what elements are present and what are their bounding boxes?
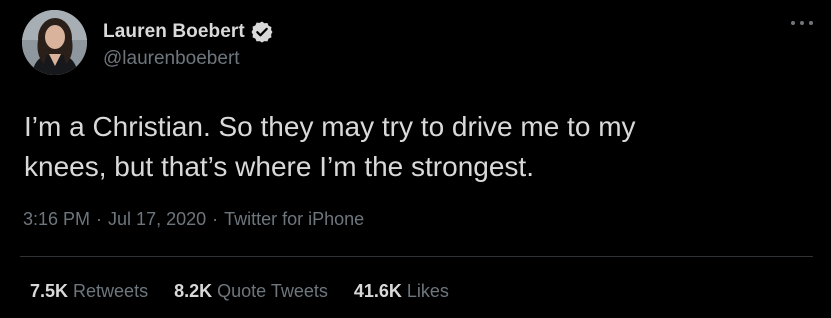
avatar-image [22, 10, 87, 75]
retweets-count: 7.5K [30, 281, 69, 301]
avatar[interactable] [22, 10, 87, 75]
dot [800, 21, 804, 25]
divider [20, 256, 813, 257]
tweet-meta: 3:16 PM · Jul 17, 2020 · Twitter for iPh… [23, 209, 364, 230]
more-horizontal-icon[interactable] [791, 18, 813, 28]
dot [809, 21, 813, 25]
quote-tweets-label: Quote Tweets [217, 281, 328, 301]
tweet-text-line: knees, but that’s where I’m the stronges… [24, 151, 534, 182]
likes-count: 41.6K [353, 281, 402, 301]
retweets-stat[interactable]: 7.5K Retweets [30, 281, 148, 302]
retweets-label: Retweets [73, 281, 149, 301]
verified-badge-icon [250, 20, 274, 44]
display-name[interactable]: Lauren Boebert [103, 21, 245, 43]
tweet-source[interactable]: Twitter for iPhone [224, 209, 364, 230]
meta-separator: · [212, 209, 219, 229]
author-name-row[interactable]: Lauren Boebert [103, 19, 274, 45]
quote-tweets-count: 8.2K [174, 281, 213, 301]
tweet-text: I’m a Christian. So they may try to driv… [24, 107, 804, 187]
tweet-time[interactable]: 3:16 PM [23, 209, 90, 230]
tweet-text-line: I’m a Christian. So they may try to driv… [24, 111, 636, 142]
likes-stat[interactable]: 41.6K Likes [354, 281, 449, 302]
engagement-stats: 7.5K Retweets 8.2K Quote Tweets 41.6K Li… [30, 281, 475, 302]
likes-label: Likes [406, 281, 449, 301]
meta-separator: · [96, 209, 103, 229]
tweet-card: Lauren Boebert @laurenboebert I’m a Chri… [0, 0, 831, 318]
quote-tweets-stat[interactable]: 8.2K Quote Tweets [174, 281, 328, 302]
dot [791, 21, 795, 25]
author-handle[interactable]: @laurenboebert [103, 48, 240, 70]
tweet-date[interactable]: Jul 17, 2020 [108, 209, 206, 230]
